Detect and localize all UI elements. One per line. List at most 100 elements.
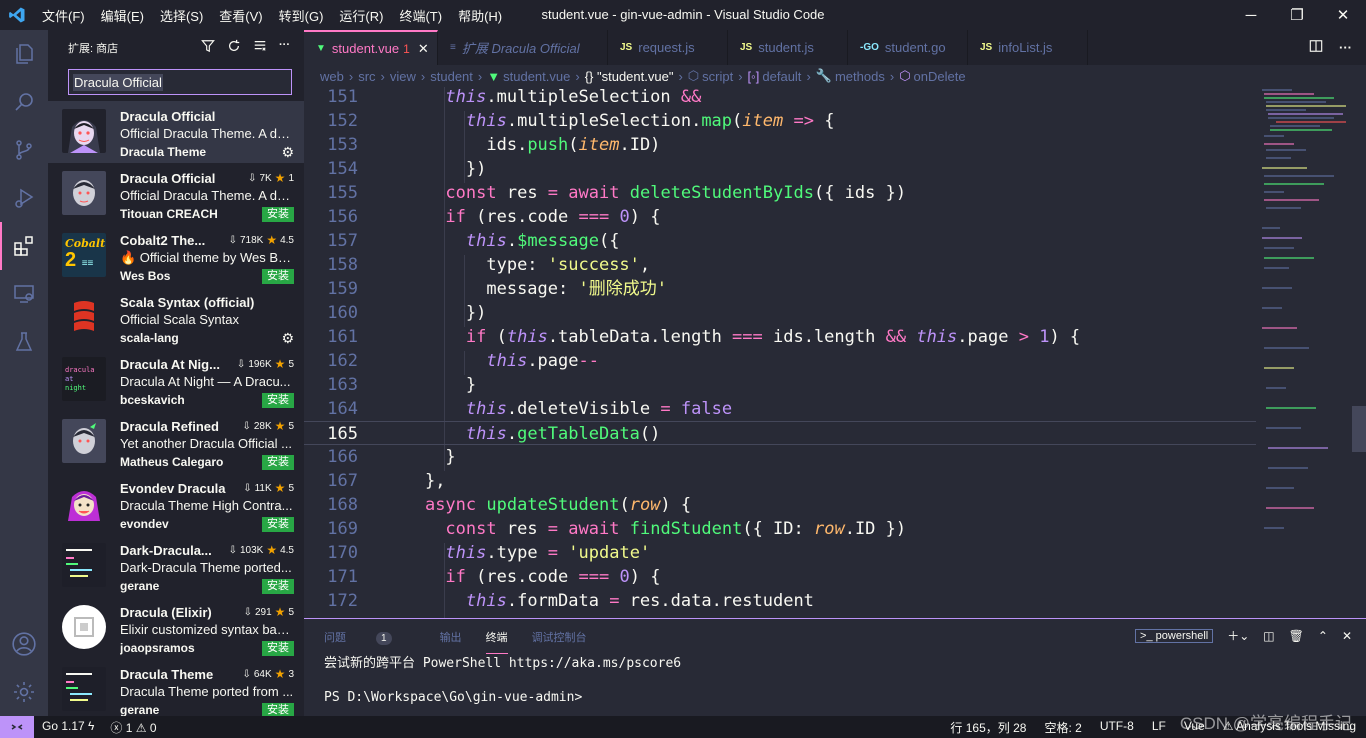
tab-extension-dracula[interactable]: ≡ 扩展 Dracula Official [438,30,608,65]
split-editor-icon[interactable] [1309,39,1323,56]
install-button[interactable]: 安装 [262,702,294,716]
breadcrumb-item[interactable]: view [390,69,416,84]
list-item[interactable]: Cobalt 2 ≡≡ Cobalt2 The... ⇩ 718K ★ 4.5 🔥 O… [48,225,304,287]
code-line: 166 } [304,445,1256,469]
tab-terminal[interactable]: 终端 [485,629,508,654]
language-mode[interactable]: Vue [1184,719,1205,736]
list-item[interactable]: Evondev Dracula ⇩ 11K ★ 5 Dracula Theme Hig… [48,473,304,535]
tab-output[interactable]: 输出 [440,629,462,645]
list-item[interactable]: Dracula Theme ⇩ 64K ★ 3 Dracula Theme porte… [48,659,304,716]
editor-scrollbar[interactable] [1352,406,1366,452]
tab-debug-console[interactable]: 调试控制台 [532,629,587,645]
close-icon[interactable]: ✕ [1320,0,1366,30]
manage-gear-icon[interactable]: ⚙ [281,330,294,347]
menu-help[interactable]: 帮助(H) [450,6,510,25]
account-icon[interactable] [0,620,48,668]
end-of-line[interactable]: LF [1152,719,1166,736]
go-version[interactable]: Go 1.17 ϟ [42,719,94,736]
refresh-icon[interactable] [227,39,241,56]
code-editor[interactable]: 151 this.multipleSelection && 152 this.m… [304,87,1366,618]
breadcrumb-item[interactable]: {} "student.vue" [585,69,674,84]
encoding[interactable]: UTF-8 [1100,719,1134,736]
maximize-panel-icon[interactable]: ⌃ [1318,629,1328,643]
close-panel-icon[interactable]: ✕ [1342,629,1352,643]
search-icon[interactable] [0,78,48,126]
menu-file[interactable]: 文件(F) [34,6,93,25]
explorer-icon[interactable] [0,30,48,78]
menu-terminal[interactable]: 终端(T) [391,6,450,25]
more-actions-icon[interactable]: ··· [279,39,290,56]
problems-status[interactable]: ⓧ 1 ⚠ 0 [110,719,156,736]
extension-publisher: Wes Bos [120,269,171,283]
tab-student-vue[interactable]: ▼ student.vue 1 ✕ [304,30,438,65]
vscode-logo-icon [0,0,34,30]
go-file-icon: -GO [860,42,879,53]
install-button[interactable]: 安装 [262,206,294,222]
breadcrumb-item[interactable]: web [320,69,344,84]
settings-gear-icon[interactable] [0,668,48,716]
breadcrumb-item[interactable]: onDelete [914,69,966,84]
vue-file-icon: ▼ [487,68,501,84]
tab-close-icon[interactable]: ✕ [418,41,429,57]
run-debug-icon[interactable] [0,174,48,222]
testing-icon[interactable] [0,318,48,366]
extension-name: Dracula Theme [120,666,214,682]
code-line: 156 if (res.code === 0) { [304,205,1256,229]
tab-student-go[interactable]: -GO student.go [848,30,968,65]
menu-view[interactable]: 查看(V) [211,6,270,25]
js-file-icon: JS [740,42,753,53]
install-button[interactable]: 安装 [262,392,294,408]
breadcrumb-item[interactable]: student.vue [503,69,570,84]
dracula-at-night-logo-icon: dracula at night [62,357,106,401]
restore-icon[interactable]: ❐ [1274,0,1320,30]
install-button[interactable]: 安装 [262,516,294,532]
install-button[interactable]: 安装 [262,640,294,656]
activity-bottom [0,620,48,716]
remote-explorer-icon[interactable] [0,270,48,318]
menu-go[interactable]: 转到(G) [271,6,332,25]
extension-description: Official Scala Syntax [120,312,239,327]
minimap[interactable] [1256,87,1366,618]
install-button[interactable]: 安装 [262,454,294,470]
tab-problems[interactable]: 问题 1 [324,629,416,645]
breadcrumb-item[interactable]: script [702,69,733,84]
install-button[interactable]: 安装 [262,578,294,594]
breadcrumb-item[interactable]: default [762,69,801,84]
menu-selection[interactable]: 选择(S) [152,6,211,25]
breadcrumb-item[interactable]: src [358,69,375,84]
breadcrumb-item[interactable]: methods [835,69,885,84]
minimize-icon[interactable]: ─ [1228,0,1274,30]
clear-icon[interactable] [253,39,267,56]
menu-run[interactable]: 运行(R) [331,6,391,25]
download-count: 7K [259,172,272,184]
split-terminal-icon[interactable]: ◫ [1263,629,1274,643]
analysis-tools-status[interactable]: ⚠ Analysis Tools Missing [1223,719,1356,736]
list-item[interactable]: Dracula Official ⇩ 7K ★ 1 Official Dracula … [48,163,304,225]
list-item[interactable]: Scala Syntax (official) Official Scala S… [48,287,304,349]
list-item[interactable]: Dracula (Elixir) ⇩ 291 ★ 5 Elixir customize… [48,597,304,659]
terminal-shell-selector[interactable]: >_ powershell [1135,628,1214,643]
source-control-icon[interactable] [0,126,48,174]
new-terminal-icon[interactable]: ＋⌄ [1227,627,1249,644]
tab-request-js[interactable]: JS request.js [608,30,728,65]
tab-student-js[interactable]: JS student.js [728,30,848,65]
tab-infolist-js[interactable]: JS infoList.js [968,30,1088,65]
list-item[interactable]: Dark-Dracula... ⇩ 103K ★ 4.5 Dark-Dracula T… [48,535,304,597]
cursor-position[interactable]: 行 165，列 28 [950,719,1026,736]
list-item[interactable]: Dracula Official Official Dracula Theme.… [48,101,304,163]
breadcrumb-item[interactable]: student [430,69,473,84]
install-button[interactable]: 安装 [262,268,294,284]
terminal-output[interactable]: 尝试新的跨平台 PowerShell https://aka.ms/pscore… [304,655,1366,706]
indentation[interactable]: 空格: 2 [1044,719,1081,736]
list-item[interactable]: Dracula Refined ⇩ 28K ★ 5 Yet another Dracu… [48,411,304,473]
filter-icon[interactable] [201,39,215,56]
list-item[interactable]: dracula at night Dracula At Nig... ⇩ 196K ★ 5… [48,349,304,411]
extension-search-input[interactable]: Dracula Official [68,69,292,95]
extensions-icon[interactable] [0,222,48,270]
code-line: 170 this.type = 'update' [304,541,1256,565]
trash-icon[interactable]: 🗑 [1289,629,1304,643]
menu-edit[interactable]: 编辑(E) [93,6,152,25]
remote-indicator-icon[interactable] [0,716,34,738]
manage-gear-icon[interactable]: ⚙ [281,144,294,161]
more-actions-icon[interactable]: ··· [1339,40,1352,55]
